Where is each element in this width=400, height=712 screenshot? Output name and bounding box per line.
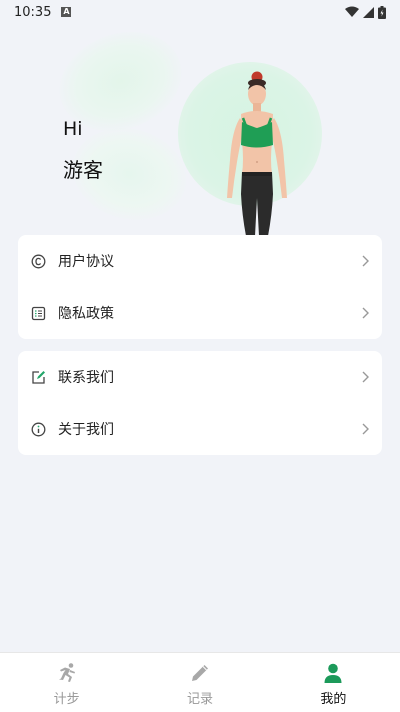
person-icon bbox=[321, 661, 345, 685]
notification-a-icon: A bbox=[61, 7, 72, 17]
username-text: 游客 bbox=[63, 158, 103, 182]
bottom-nav: 计步 记录 我的 bbox=[0, 652, 400, 712]
nav-tab-label: 我的 bbox=[320, 692, 347, 707]
copyright-icon bbox=[30, 253, 46, 269]
menu-item-contact-us[interactable]: 联系我们 bbox=[18, 351, 382, 403]
chevron-right-icon bbox=[362, 255, 369, 267]
chevron-right-icon bbox=[362, 371, 369, 383]
fitness-woman-illustration bbox=[227, 71, 287, 236]
profile-header: Hi 游客 bbox=[0, 24, 400, 236]
menu-item-label: 联系我们 bbox=[58, 370, 114, 386]
pencil-icon bbox=[188, 661, 212, 685]
runner-icon bbox=[55, 661, 79, 685]
greeting-text: Hi bbox=[63, 118, 83, 140]
nav-tab-label: 记录 bbox=[186, 692, 213, 707]
chevron-right-icon bbox=[362, 307, 369, 319]
battery-icon bbox=[378, 5, 386, 19]
nav-tab-records[interactable]: 记录 bbox=[133, 653, 266, 712]
edit-icon bbox=[30, 369, 46, 385]
menu-item-label: 隐私政策 bbox=[58, 306, 114, 322]
chevron-right-icon bbox=[362, 423, 369, 435]
menu-item-label: 关于我们 bbox=[58, 422, 114, 438]
nav-tab-mine[interactable]: 我的 bbox=[267, 653, 400, 712]
list-doc-icon bbox=[30, 305, 46, 321]
status-left: 10:35 A bbox=[14, 4, 72, 20]
signal-icon bbox=[363, 6, 374, 18]
menu-card-legal: 用户协议 隐私政策 bbox=[18, 235, 382, 339]
nav-tab-steps[interactable]: 计步 bbox=[0, 653, 133, 712]
status-bar: 10:35 A bbox=[0, 0, 400, 24]
menu-item-about-us[interactable]: 关于我们 bbox=[18, 403, 382, 455]
menu-card-contact: 联系我们 关于我们 bbox=[18, 351, 382, 455]
info-icon bbox=[30, 421, 46, 437]
menu-item-privacy-policy[interactable]: 隐私政策 bbox=[18, 287, 382, 339]
wifi-icon bbox=[345, 6, 359, 17]
menu-item-user-agreement[interactable]: 用户协议 bbox=[18, 235, 382, 287]
menu-item-label: 用户协议 bbox=[58, 254, 114, 270]
nav-tab-label: 计步 bbox=[53, 692, 80, 707]
status-time: 10:35 bbox=[14, 4, 52, 20]
status-right bbox=[345, 5, 386, 19]
